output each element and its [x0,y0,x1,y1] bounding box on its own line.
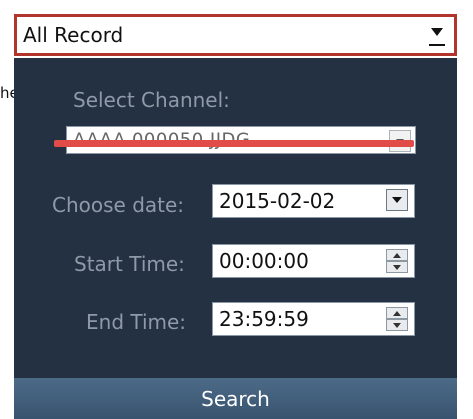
search-button[interactable]: Search [14,378,457,419]
start-time-label: Start Time: [74,252,185,276]
redaction-mark [54,140,414,147]
search-button-label: Search [201,386,270,411]
increment-icon[interactable] [386,249,408,261]
decrement-icon[interactable] [386,319,408,331]
select-channel-label: Select Channel: [73,88,230,112]
start-time-input[interactable]: 00:00:00 [212,244,415,278]
choose-date-label: Choose date: [52,193,185,217]
calendar-dropdown-icon[interactable] [386,189,408,211]
chevron-down-icon[interactable] [426,22,448,48]
record-type-dropdown[interactable]: All Record [14,14,457,56]
end-time-value: 23:59:59 [219,307,309,331]
date-value: 2015-02-02 [219,189,336,213]
decrement-icon[interactable] [386,261,408,273]
record-search-window: All Record he Select Channel: AAAA 00005… [0,0,473,419]
record-type-value: All Record [23,23,124,47]
date-picker[interactable]: 2015-02-02 [212,184,415,218]
end-time-label: End Time: [86,310,187,334]
end-time-stepper[interactable] [386,307,408,331]
increment-icon[interactable] [386,307,408,319]
start-time-stepper[interactable] [386,249,408,273]
search-panel: Select Channel: AAAA 000050 JJDG Choose … [14,58,457,419]
start-time-value: 00:00:00 [219,249,309,273]
end-time-input[interactable]: 23:59:59 [212,302,415,336]
